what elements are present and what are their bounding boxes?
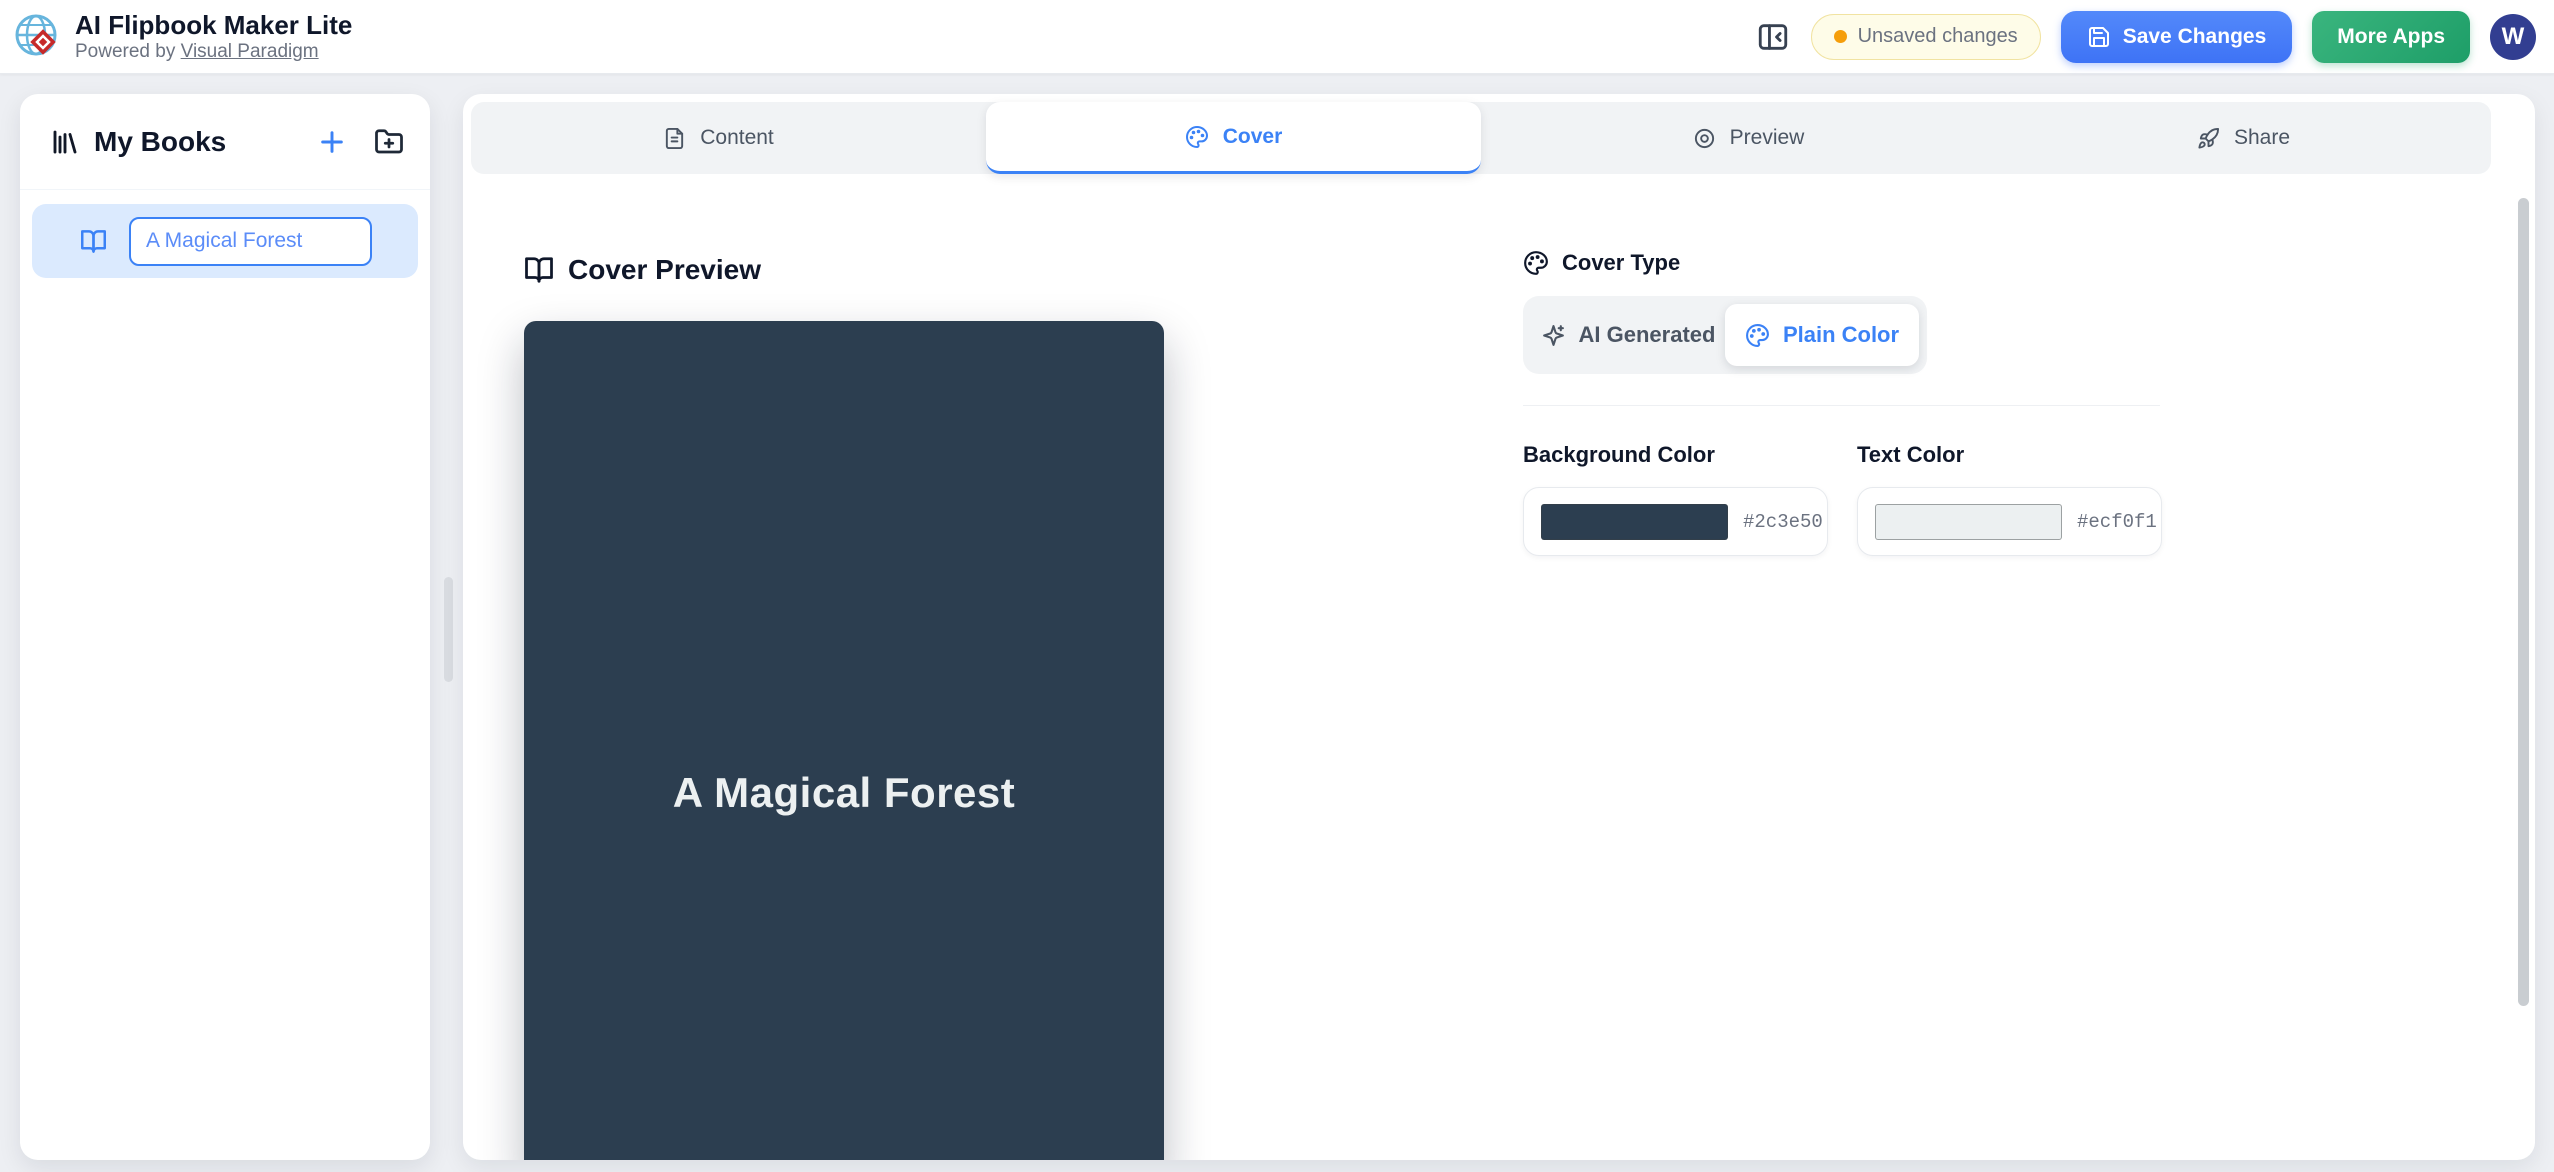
my-books-sidebar: My Books [20,94,430,1160]
tab-cover-label: Cover [1223,125,1283,149]
cover-preview-title: Cover Preview [568,254,761,286]
user-avatar[interactable]: W [2490,14,2536,60]
cover-type-toggle: AI Generated Plain Color [1523,296,1927,374]
palette-icon [1523,250,1549,276]
tab-bar: Content Cover Preview Share [471,102,2491,174]
library-icon [50,127,80,157]
powered-by-link[interactable]: Visual Paradigm [181,41,319,62]
sidebar-resize-handle[interactable] [444,577,453,682]
palette-icon [1185,125,1209,149]
main-panel: Content Cover Preview Share [463,94,2535,1160]
add-book-button[interactable] [316,126,348,158]
sidebar-title: My Books [94,126,316,158]
app-logo [14,13,62,61]
sparkles-icon [1541,323,1566,348]
palette-icon [1745,323,1770,348]
app-header: AI Flipbook Maker Lite Powered by Visual… [0,0,2554,74]
plain-color-option[interactable]: Plain Color [1725,304,1919,366]
unsaved-changes-label: Unsaved changes [1858,25,2018,48]
cover-type-heading: Cover Type [1523,250,1680,276]
book-cover-title: A Magical Forest [633,769,1056,817]
main-scrollbar-thumb[interactable] [2518,198,2529,1006]
divider [1523,405,2160,406]
book-list-item[interactable] [32,204,418,278]
save-changes-button[interactable]: Save Changes [2061,11,2293,63]
unsaved-changes-badge: Unsaved changes [1811,14,2041,60]
ai-generated-option[interactable]: AI Generated [1531,304,1725,366]
tab-content[interactable]: Content [471,102,966,174]
sidebar-header: My Books [20,94,430,190]
text-color-swatch[interactable] [1875,504,2062,540]
tab-content-label: Content [700,126,774,150]
background-color-label: Background Color [1523,442,1715,468]
add-folder-button[interactable] [374,127,404,157]
collapse-panel-button[interactable] [1755,19,1791,55]
background-color-picker[interactable]: #2c3e50 [1523,487,1828,556]
cover-preview-heading: Cover Preview [524,254,761,286]
book-open-icon [524,255,554,285]
tab-share-label: Share [2234,126,2290,150]
plus-icon [316,126,348,158]
text-color-hex[interactable]: #ecf0f1 [2077,511,2157,533]
text-color-picker[interactable]: #ecf0f1 [1857,487,2162,556]
book-title-input[interactable] [129,217,372,266]
tab-preview[interactable]: Preview [1501,102,1996,174]
ai-generated-label: AI Generated [1579,322,1716,348]
plain-color-label: Plain Color [1783,322,1899,348]
cover-type-label: Cover Type [1562,250,1680,276]
rocket-icon [2197,127,2220,150]
save-icon [2087,25,2111,49]
disc-icon [1693,127,1716,150]
unsaved-dot-icon [1834,30,1847,43]
tab-preview-label: Preview [1730,126,1805,150]
folder-plus-icon [374,127,404,157]
tab-share[interactable]: Share [1996,102,2491,174]
tab-cover[interactable]: Cover [986,102,1481,174]
background-color-swatch[interactable] [1541,504,1728,540]
app-title: AI Flipbook Maker Lite [75,10,352,40]
book-cover: A Magical Forest [524,321,1164,1160]
more-apps-button[interactable]: More Apps [2312,11,2470,63]
panel-collapse-icon [1756,20,1790,54]
file-text-icon [663,127,686,150]
text-color-label: Text Color [1857,442,1964,468]
app-subtitle: Powered by Visual Paradigm [75,40,352,64]
background-color-hex[interactable]: #2c3e50 [1743,511,1823,533]
book-open-icon [80,228,107,255]
